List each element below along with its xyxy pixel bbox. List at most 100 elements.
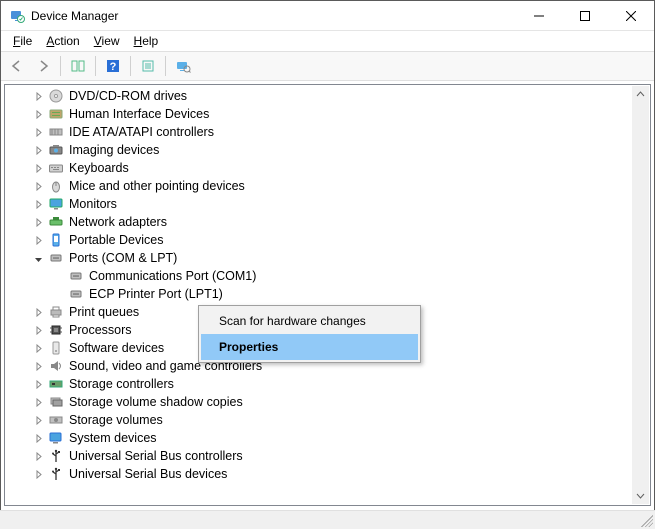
tree-expander-icon[interactable] [31, 161, 45, 175]
tree-node[interactable]: Portable Devices [11, 231, 650, 249]
tree-expander-icon[interactable] [31, 233, 45, 247]
window-controls [516, 1, 654, 30]
close-button[interactable] [608, 1, 654, 30]
scroll-down-button[interactable] [632, 487, 649, 504]
tree-node-label: Monitors [69, 195, 117, 213]
tree-expander-icon[interactable] [31, 215, 45, 229]
maximize-button[interactable] [562, 1, 608, 30]
tree-node-label: Network adapters [69, 213, 167, 231]
tree-expander-icon[interactable] [31, 449, 45, 463]
tree-node[interactable]: Imaging devices [11, 141, 650, 159]
tree-node-label: Universal Serial Bus controllers [69, 447, 243, 465]
tree-node[interactable]: Human Interface Devices [11, 105, 650, 123]
tree-node-label: Storage controllers [69, 375, 174, 393]
tree-expander-icon[interactable] [31, 197, 45, 211]
tree-node-label: Storage volumes [69, 411, 163, 429]
forward-button[interactable] [31, 54, 55, 78]
tree-node-label: Universal Serial Bus devices [69, 465, 227, 483]
device-tree[interactable]: DVD/CD-ROM drivesHuman Interface Devices… [4, 84, 651, 506]
storagectl-icon [47, 376, 65, 392]
tree-node[interactable]: IDE ATA/ATAPI controllers [11, 123, 650, 141]
volume-icon [47, 412, 65, 428]
tree-node[interactable]: Storage controllers [11, 375, 650, 393]
cpu-icon [47, 322, 65, 338]
scroll-up-button[interactable] [632, 86, 649, 103]
port-leaf-icon [67, 286, 85, 302]
menu-action[interactable]: Action [40, 33, 85, 49]
tree-expander-icon[interactable] [31, 107, 45, 121]
tree-expander-icon[interactable] [31, 359, 45, 373]
tree-node[interactable]: Monitors [11, 195, 650, 213]
content-area: DVD/CD-ROM drivesHuman Interface Devices… [1, 81, 654, 509]
minimize-button[interactable] [516, 1, 562, 30]
menu-help[interactable]: Help [128, 33, 165, 49]
tree-node-label: Software devices [69, 339, 164, 357]
disc-icon [47, 88, 65, 104]
tree-node-label: DVD/CD-ROM drives [69, 87, 187, 105]
tree-expander-icon[interactable] [31, 251, 45, 265]
expander-placeholder [51, 287, 65, 301]
tree-node[interactable]: Storage volumes [11, 411, 650, 429]
tree-node-label: Portable Devices [69, 231, 164, 249]
monitor-icon [47, 196, 65, 212]
tree-expander-icon[interactable] [31, 143, 45, 157]
tree-node-label: Human Interface Devices [69, 105, 209, 123]
shadow-icon [47, 394, 65, 410]
window-title: Device Manager [31, 9, 118, 23]
menubar: File Action View Help [1, 31, 654, 51]
tree-expander-icon[interactable] [31, 467, 45, 481]
menu-file[interactable]: File [7, 33, 38, 49]
tree-node-label: Communications Port (COM1) [89, 267, 256, 285]
tree-node-label: IDE ATA/ATAPI controllers [69, 123, 214, 141]
tree-node-label: Mice and other pointing devices [69, 177, 245, 195]
tree-expander-icon[interactable] [31, 323, 45, 337]
tree-expander-icon[interactable] [31, 305, 45, 319]
tree-expander-icon[interactable] [31, 413, 45, 427]
context-menu-properties[interactable]: Properties [201, 334, 418, 360]
printer-icon [47, 304, 65, 320]
scroll-track[interactable] [632, 103, 649, 487]
tree-expander-icon[interactable] [31, 179, 45, 193]
app-icon [9, 8, 25, 24]
port-leaf-icon [67, 268, 85, 284]
tree-node-label: Ports (COM & LPT) [69, 249, 177, 267]
tree-expander-icon[interactable] [31, 377, 45, 391]
imaging-icon [47, 142, 65, 158]
scan-hardware-button[interactable] [171, 54, 195, 78]
tree-expander-icon[interactable] [31, 395, 45, 409]
titlebar: Device Manager [1, 1, 654, 31]
tree-node[interactable]: Storage volume shadow copies [11, 393, 650, 411]
svg-text:?: ? [110, 61, 117, 73]
back-button[interactable] [5, 54, 29, 78]
tree-node[interactable]: Universal Serial Bus devices [11, 465, 650, 483]
tree-node[interactable]: Mice and other pointing devices [11, 177, 650, 195]
expander-placeholder [51, 269, 65, 283]
show-hide-console-button[interactable] [66, 54, 90, 78]
tree-node[interactable]: Keyboards [11, 159, 650, 177]
tree-expander-icon[interactable] [31, 89, 45, 103]
tree-node-label: Imaging devices [69, 141, 159, 159]
context-menu-scan[interactable]: Scan for hardware changes [201, 308, 418, 334]
hid-icon [47, 106, 65, 122]
keyboard-icon [47, 160, 65, 176]
menu-view[interactable]: View [88, 33, 126, 49]
tree-node[interactable]: Universal Serial Bus controllers [11, 447, 650, 465]
help-button[interactable]: ? [101, 54, 125, 78]
vertical-scrollbar[interactable] [632, 86, 649, 504]
tree-expander-icon[interactable] [31, 431, 45, 445]
tree-child-node[interactable]: ECP Printer Port (LPT1) [11, 285, 650, 303]
mouse-icon [47, 178, 65, 194]
tree-node[interactable]: Ports (COM & LPT) [11, 249, 650, 267]
tree-node[interactable]: DVD/CD-ROM drives [11, 87, 650, 105]
tree-expander-icon[interactable] [31, 125, 45, 139]
tree-child-node[interactable]: Communications Port (COM1) [11, 267, 650, 285]
tree-node[interactable]: Network adapters [11, 213, 650, 231]
tree-node-label: ECP Printer Port (LPT1) [89, 285, 223, 303]
port-icon [47, 250, 65, 266]
tree-expander-icon[interactable] [31, 341, 45, 355]
tree-node-label: Print queues [69, 303, 139, 321]
properties-toolbar-button[interactable] [136, 54, 160, 78]
tree-node[interactable]: System devices [11, 429, 650, 447]
tree-node-label: Processors [69, 321, 132, 339]
context-menu: Scan for hardware changes Properties [198, 305, 421, 363]
